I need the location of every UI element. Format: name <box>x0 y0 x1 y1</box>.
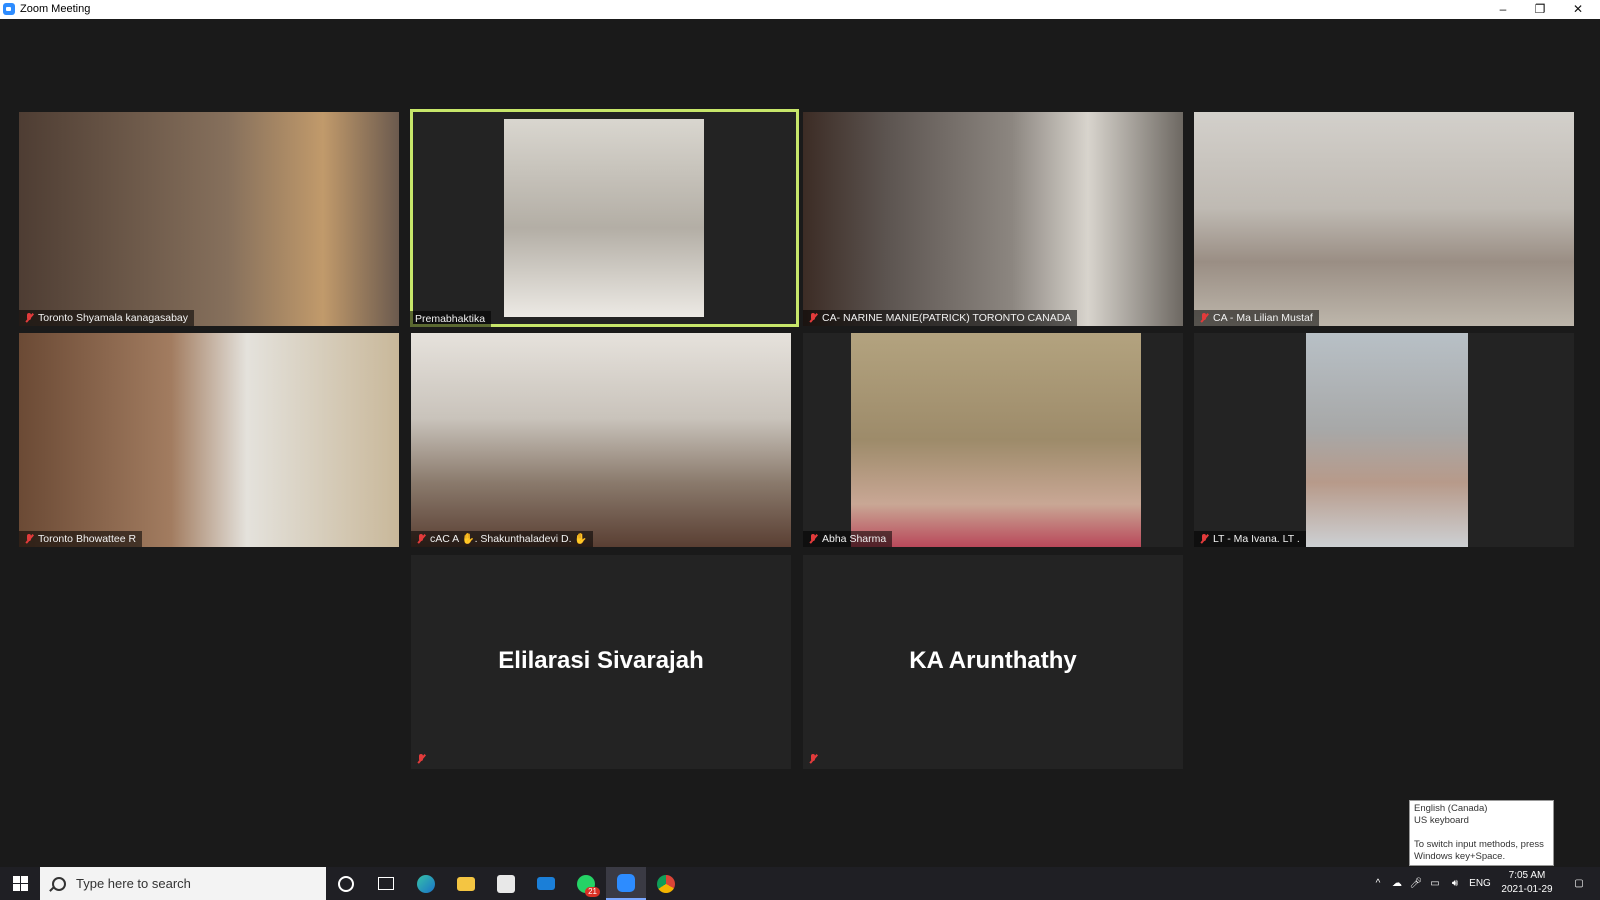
start-button[interactable] <box>0 867 40 900</box>
muted-mic-icon <box>808 754 818 764</box>
participant-tile[interactable]: cAC A ✋. Shakunthaladevi D. ✋ <box>411 333 791 547</box>
participant-tile[interactable]: Abha Sharma <box>803 333 1183 547</box>
search-icon <box>52 876 66 891</box>
participant-video <box>19 112 399 326</box>
participant-name: CA - Ma Lilian Mustaf <box>1213 312 1313 324</box>
participant-tile[interactable]: CA- NARINE MANIE(PATRICK) TORONTO CANADA <box>803 112 1183 326</box>
taskbar-search-box[interactable]: Type here to search <box>40 867 326 900</box>
participant-tile[interactable]: Toronto Shyamala kanagasabay <box>19 112 399 326</box>
participant-tile[interactable]: Toronto Bhowattee R <box>19 333 399 547</box>
participant-display-name: Elilarasi Sivarajah <box>498 647 704 674</box>
participant-video <box>19 333 399 547</box>
action-center-button[interactable]: ▢ <box>1564 867 1594 900</box>
muted-mic-icon <box>808 534 818 544</box>
participant-video <box>851 333 1141 547</box>
speaker-icon: 🔊︎ <box>1451 878 1459 889</box>
clock-time: 7:05 AM <box>1508 870 1546 881</box>
muted-mic-icon <box>1199 313 1209 323</box>
muted-mic-icon <box>24 313 34 323</box>
participant-name: LT - Ma Ivana. LT . <box>1213 533 1300 545</box>
search-placeholder: Type here to search <box>76 876 191 891</box>
cortana-button[interactable] <box>326 867 366 900</box>
mail-icon <box>537 877 555 890</box>
chrome-icon <box>657 874 675 893</box>
store-icon <box>497 874 515 893</box>
participant-name: CA- NARINE MANIE(PATRICK) TORONTO CANADA <box>822 312 1072 324</box>
cortana-icon <box>338 875 354 892</box>
participant-name: cAC A ✋. Shakunthaladevi D. ✋ <box>430 533 588 545</box>
participant-video <box>1194 112 1574 326</box>
notification-icon: ▢ <box>1574 878 1584 889</box>
tooltip-hint: To switch input methods, press <box>1414 839 1544 850</box>
participant-tile-video-off[interactable]: Elilarasi Sivarajah <box>411 555 791 769</box>
chevron-up-icon: ^ <box>1375 878 1381 889</box>
muted-mic-icon <box>416 754 426 764</box>
cloud-icon: ☁ <box>1392 878 1402 889</box>
participant-tile[interactable]: CA - Ma Lilian Mustaf <box>1194 112 1574 326</box>
input-language-button[interactable]: ENG <box>1466 867 1494 900</box>
show-hidden-icons-button[interactable]: ^ <box>1370 867 1386 900</box>
language-indicator: ENG <box>1469 878 1491 889</box>
zoom-app-icon <box>3 3 15 15</box>
taskbar-clock[interactable]: 7:05 AM 2021-01-29 <box>1492 869 1562 897</box>
participant-display-name: KA Arunthathy <box>909 647 1077 674</box>
muted-mic-icon <box>24 534 34 544</box>
restore-button[interactable]: ❐ <box>1522 0 1558 19</box>
clock-date: 2021-01-29 <box>1501 884 1553 895</box>
edge-taskbar-button[interactable] <box>406 867 446 900</box>
participant-video <box>411 333 791 547</box>
task-view-button[interactable] <box>366 867 406 900</box>
participant-name: Toronto Shyamala kanagasabay <box>38 312 189 324</box>
muted-mic-icon <box>416 534 426 544</box>
window-title-bar: Zoom Meeting – ❐ ✕ <box>0 0 1600 19</box>
task-view-icon <box>378 877 394 890</box>
network-icon: ▭ <box>1430 878 1440 889</box>
mail-taskbar-button[interactable] <box>526 867 566 900</box>
onedrive-tray-button[interactable]: ☁ <box>1388 867 1406 900</box>
windows-taskbar: Type here to search 21 ^ ☁ 🎤︎ ▭ 🔊︎ ENG 7… <box>0 867 1600 900</box>
participant-video <box>803 112 1183 326</box>
microphone-tray-button[interactable]: 🎤︎ <box>1408 867 1424 900</box>
network-tray-button[interactable]: ▭ <box>1426 867 1444 900</box>
participant-tile-active-speaker[interactable]: Premabhaktika <box>410 109 799 327</box>
volume-tray-button[interactable]: 🔊︎ <box>1446 867 1464 900</box>
tooltip-keyboard: US keyboard <box>1414 815 1469 826</box>
muted-mic-icon <box>808 313 818 323</box>
close-button[interactable]: ✕ <box>1560 0 1596 19</box>
whatsapp-icon: 21 <box>577 874 600 897</box>
microphone-icon: 🎤︎ <box>1409 878 1423 889</box>
participant-name: Abha Sharma <box>822 533 887 545</box>
window-title: Zoom Meeting <box>20 3 91 15</box>
participant-name: Toronto Bhowattee R <box>38 533 137 545</box>
edge-icon <box>417 874 435 893</box>
chrome-taskbar-button[interactable] <box>646 867 686 900</box>
file-explorer-taskbar-button[interactable] <box>446 867 486 900</box>
minimize-button[interactable]: – <box>1485 0 1521 19</box>
notification-badge: 21 <box>585 886 600 897</box>
input-language-tooltip: English (Canada) US keyboard To switch i… <box>1409 800 1554 866</box>
participant-name: Premabhaktika <box>415 313 486 325</box>
meeting-gallery: Toronto Shyamala kanagasabay Premabhakti… <box>0 19 1600 867</box>
participant-tile[interactable]: LT - Ma Ivana. LT . <box>1194 333 1574 547</box>
participant-video <box>1306 333 1468 547</box>
store-taskbar-button[interactable] <box>486 867 526 900</box>
participant-tile-video-off[interactable]: KA Arunthathy <box>803 555 1183 769</box>
windows-logo-icon <box>12 876 28 891</box>
tooltip-hint-2: Windows key+Space. <box>1414 851 1506 862</box>
tooltip-language: English (Canada) <box>1414 803 1488 814</box>
muted-mic-icon <box>1199 534 1209 544</box>
whatsapp-taskbar-button[interactable]: 21 <box>566 867 606 900</box>
participant-video <box>504 119 704 317</box>
zoom-taskbar-button[interactable] <box>606 867 646 900</box>
file-explorer-icon <box>457 876 475 891</box>
zoom-icon <box>617 873 635 892</box>
